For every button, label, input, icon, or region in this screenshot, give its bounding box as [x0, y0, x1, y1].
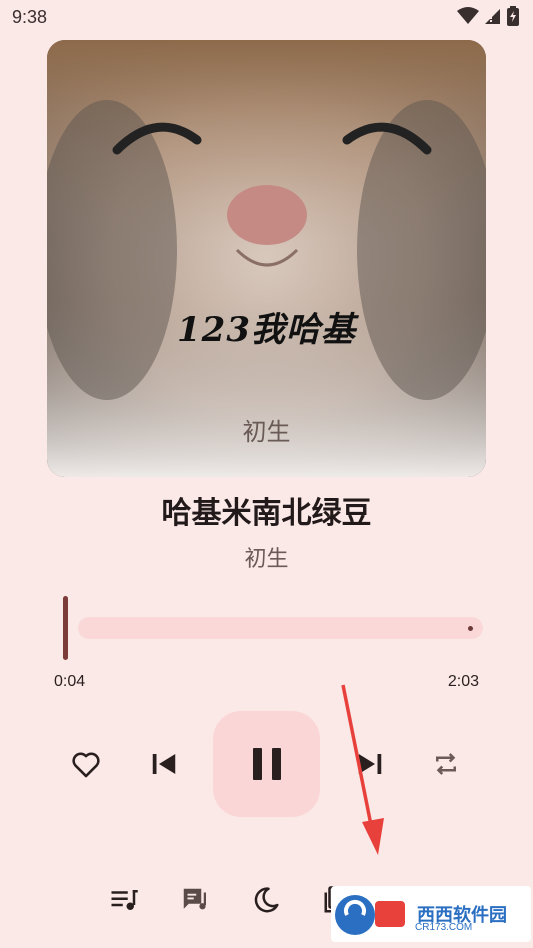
playlist-icon [111, 890, 138, 910]
repeat-icon [436, 753, 456, 775]
signal-icon [485, 7, 501, 29]
like-button[interactable] [66, 744, 106, 784]
lyrics-icon [183, 888, 206, 910]
status-icons [457, 6, 519, 30]
watermark-url: CR173.COM [415, 922, 473, 933]
previous-button[interactable] [144, 744, 184, 784]
repeat-button[interactable] [426, 744, 466, 784]
status-time: 9:38 [12, 7, 48, 27]
progress-track[interactable] [78, 617, 483, 639]
time-total: 2:03 [447, 673, 479, 690]
song-artist[interactable]: 初生 [0, 541, 533, 573]
lyrics-button[interactable] [177, 882, 213, 918]
wifi-icon [457, 7, 479, 29]
sleep-timer-icon [254, 887, 279, 913]
play-pause-button[interactable] [213, 711, 320, 817]
progress-thumb[interactable] [63, 596, 68, 660]
song-title: 哈基米南北绿豆 [161, 496, 372, 531]
sleep-timer-button[interactable] [248, 882, 284, 918]
skip-previous-icon [152, 754, 176, 774]
watermark-logo [335, 895, 405, 935]
battery-charging-icon [507, 6, 519, 30]
watermark: 西西软件园 CR173.COM [331, 886, 531, 942]
skip-next-icon [358, 754, 382, 774]
progress-end-dot [468, 626, 473, 631]
album-overlay-title: 123我哈基 [177, 310, 356, 350]
album-overlay-artist: 初生 [242, 418, 291, 446]
heart-icon [72, 752, 100, 778]
playlist-button[interactable] [106, 882, 142, 918]
next-button[interactable] [350, 744, 390, 784]
status-bar: 9:38 [0, 0, 533, 36]
album-art: 123我哈基 初生 [47, 40, 486, 477]
pause-icon [252, 748, 281, 780]
time-current: 0:04 [54, 673, 86, 690]
